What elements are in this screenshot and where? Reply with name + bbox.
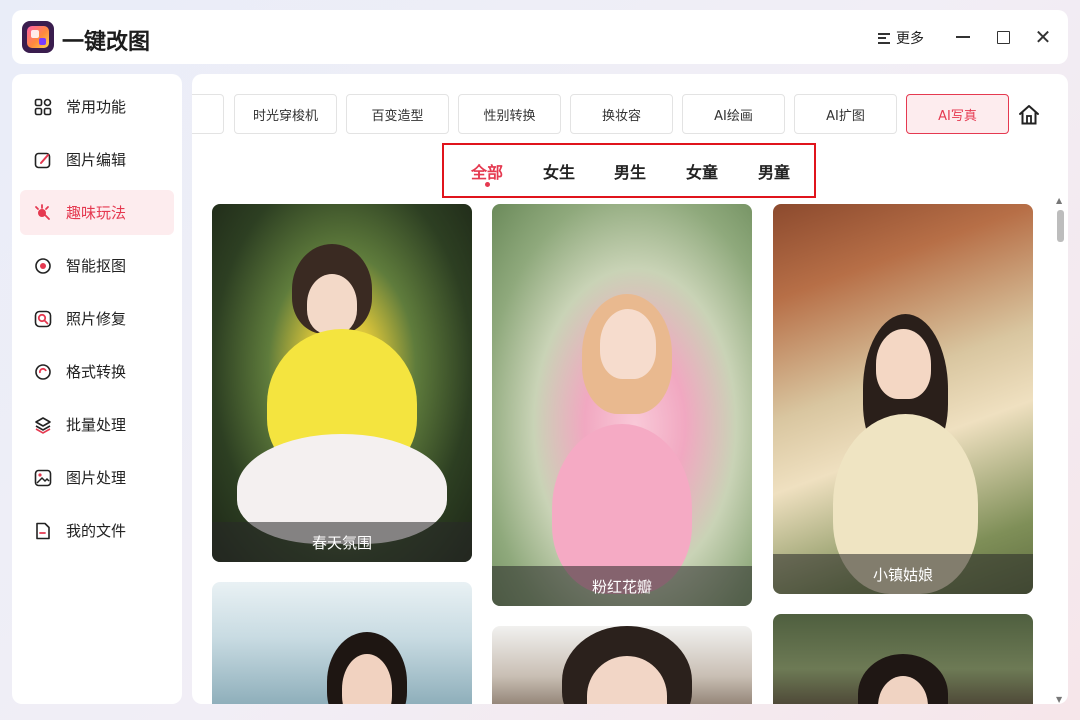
template-card[interactable]: 春天氛围 xyxy=(212,204,472,562)
repair-icon xyxy=(34,310,52,328)
tab-ai-painting[interactable]: AI绘画 xyxy=(682,94,785,134)
tab-makeup[interactable]: 换妆容 xyxy=(570,94,673,134)
template-card[interactable]: 粉红花瓣 xyxy=(492,204,752,606)
scroll-thumb[interactable] xyxy=(1057,210,1064,242)
home-icon[interactable] xyxy=(1018,104,1040,126)
sidebar-item-convert[interactable]: 格式转换 xyxy=(20,349,174,394)
filter-bar: 全部 女生 男生 女童 男童 xyxy=(442,143,816,198)
file-icon xyxy=(34,522,52,540)
active-filter-dot xyxy=(485,182,490,187)
sidebar-item-common[interactable]: 常用功能 xyxy=(20,84,174,129)
menu-icon xyxy=(878,32,890,44)
scroll-down-icon[interactable]: ▼ xyxy=(1056,695,1062,704)
card-caption: 小镇姑娘 xyxy=(773,554,1033,594)
template-card[interactable] xyxy=(773,614,1033,704)
filter-young-boys[interactable]: 男童 xyxy=(758,159,790,183)
template-grid: 春天氛围 粉红花瓣 小镇姑娘 xyxy=(212,204,1042,704)
scrollbar[interactable]: ▲ ▼ xyxy=(1054,196,1066,704)
filter-all[interactable]: 全部 xyxy=(471,159,503,183)
sidebar-item-batch[interactable]: 批量处理 xyxy=(20,402,174,447)
edit-icon xyxy=(34,151,52,169)
sidebar-item-label: 图片处理 xyxy=(66,469,127,487)
maximize-button[interactable] xyxy=(992,26,1014,48)
close-button[interactable]: ✕ xyxy=(1032,26,1054,48)
sidebar-item-label: 照片修复 xyxy=(66,310,127,328)
template-card[interactable] xyxy=(492,626,752,704)
template-card[interactable]: 小镇姑娘 xyxy=(773,204,1033,594)
filter-girls[interactable]: 女生 xyxy=(543,159,575,183)
category-tabs: 时光穿梭机 百变造型 性别转换 换妆容 AI绘画 AI扩图 AI写真 xyxy=(192,94,1068,134)
sidebar-item-label: 图片编辑 xyxy=(66,151,127,169)
sidebar-item-fun[interactable]: 趣味玩法 xyxy=(20,190,174,235)
grid-icon xyxy=(34,98,52,116)
sidebar: 常用功能 图片编辑 趣味玩法 智能抠图 照片修复 格式转换 批量处理 图片处理 … xyxy=(12,74,182,704)
convert-icon xyxy=(34,363,52,381)
sidebar-item-label: 常用功能 xyxy=(66,98,127,116)
minimize-button[interactable] xyxy=(952,26,974,48)
filter-boys[interactable]: 男生 xyxy=(614,159,646,183)
sidebar-item-repair[interactable]: 照片修复 xyxy=(20,296,174,341)
sidebar-item-edit[interactable]: 图片编辑 xyxy=(20,137,174,182)
layers-icon xyxy=(34,416,52,434)
sidebar-item-image[interactable]: 图片处理 xyxy=(20,455,174,500)
sidebar-item-label: 我的文件 xyxy=(66,522,127,540)
sidebar-item-cutout[interactable]: 智能抠图 xyxy=(20,243,174,288)
card-caption: 粉红花瓣 xyxy=(492,566,752,606)
sidebar-item-label: 格式转换 xyxy=(66,363,127,381)
tab-makeover[interactable]: 百变造型 xyxy=(346,94,449,134)
more-button[interactable]: 更多 xyxy=(878,27,924,49)
title-bar: 一键改图 更多 ✕ xyxy=(12,10,1068,64)
template-card[interactable] xyxy=(212,582,472,704)
filter-young-girls[interactable]: 女童 xyxy=(686,159,718,183)
sidebar-item-label: 智能抠图 xyxy=(66,257,127,275)
target-icon xyxy=(34,257,52,275)
card-caption: 春天氛围 xyxy=(212,522,472,562)
sparkle-icon xyxy=(34,203,52,222)
app-title: 一键改图 xyxy=(62,30,151,55)
sidebar-item-files[interactable]: 我的文件 xyxy=(20,508,174,553)
tab-gender-swap[interactable]: 性别转换 xyxy=(458,94,561,134)
image-icon xyxy=(34,469,52,487)
scroll-up-icon[interactable]: ▲ xyxy=(1056,196,1062,205)
app-logo-icon xyxy=(22,21,54,53)
tab-ai-portrait[interactable]: AI写真 xyxy=(906,94,1009,134)
sidebar-item-label: 批量处理 xyxy=(66,416,127,434)
tab-ai-expand[interactable]: AI扩图 xyxy=(794,94,897,134)
main-panel: 时光穿梭机 百变造型 性别转换 换妆容 AI绘画 AI扩图 AI写真 全部 女生… xyxy=(192,74,1068,704)
sidebar-item-label: 趣味玩法 xyxy=(66,204,127,222)
more-label: 更多 xyxy=(896,31,924,47)
tab-time-travel[interactable]: 时光穿梭机 xyxy=(234,94,337,134)
